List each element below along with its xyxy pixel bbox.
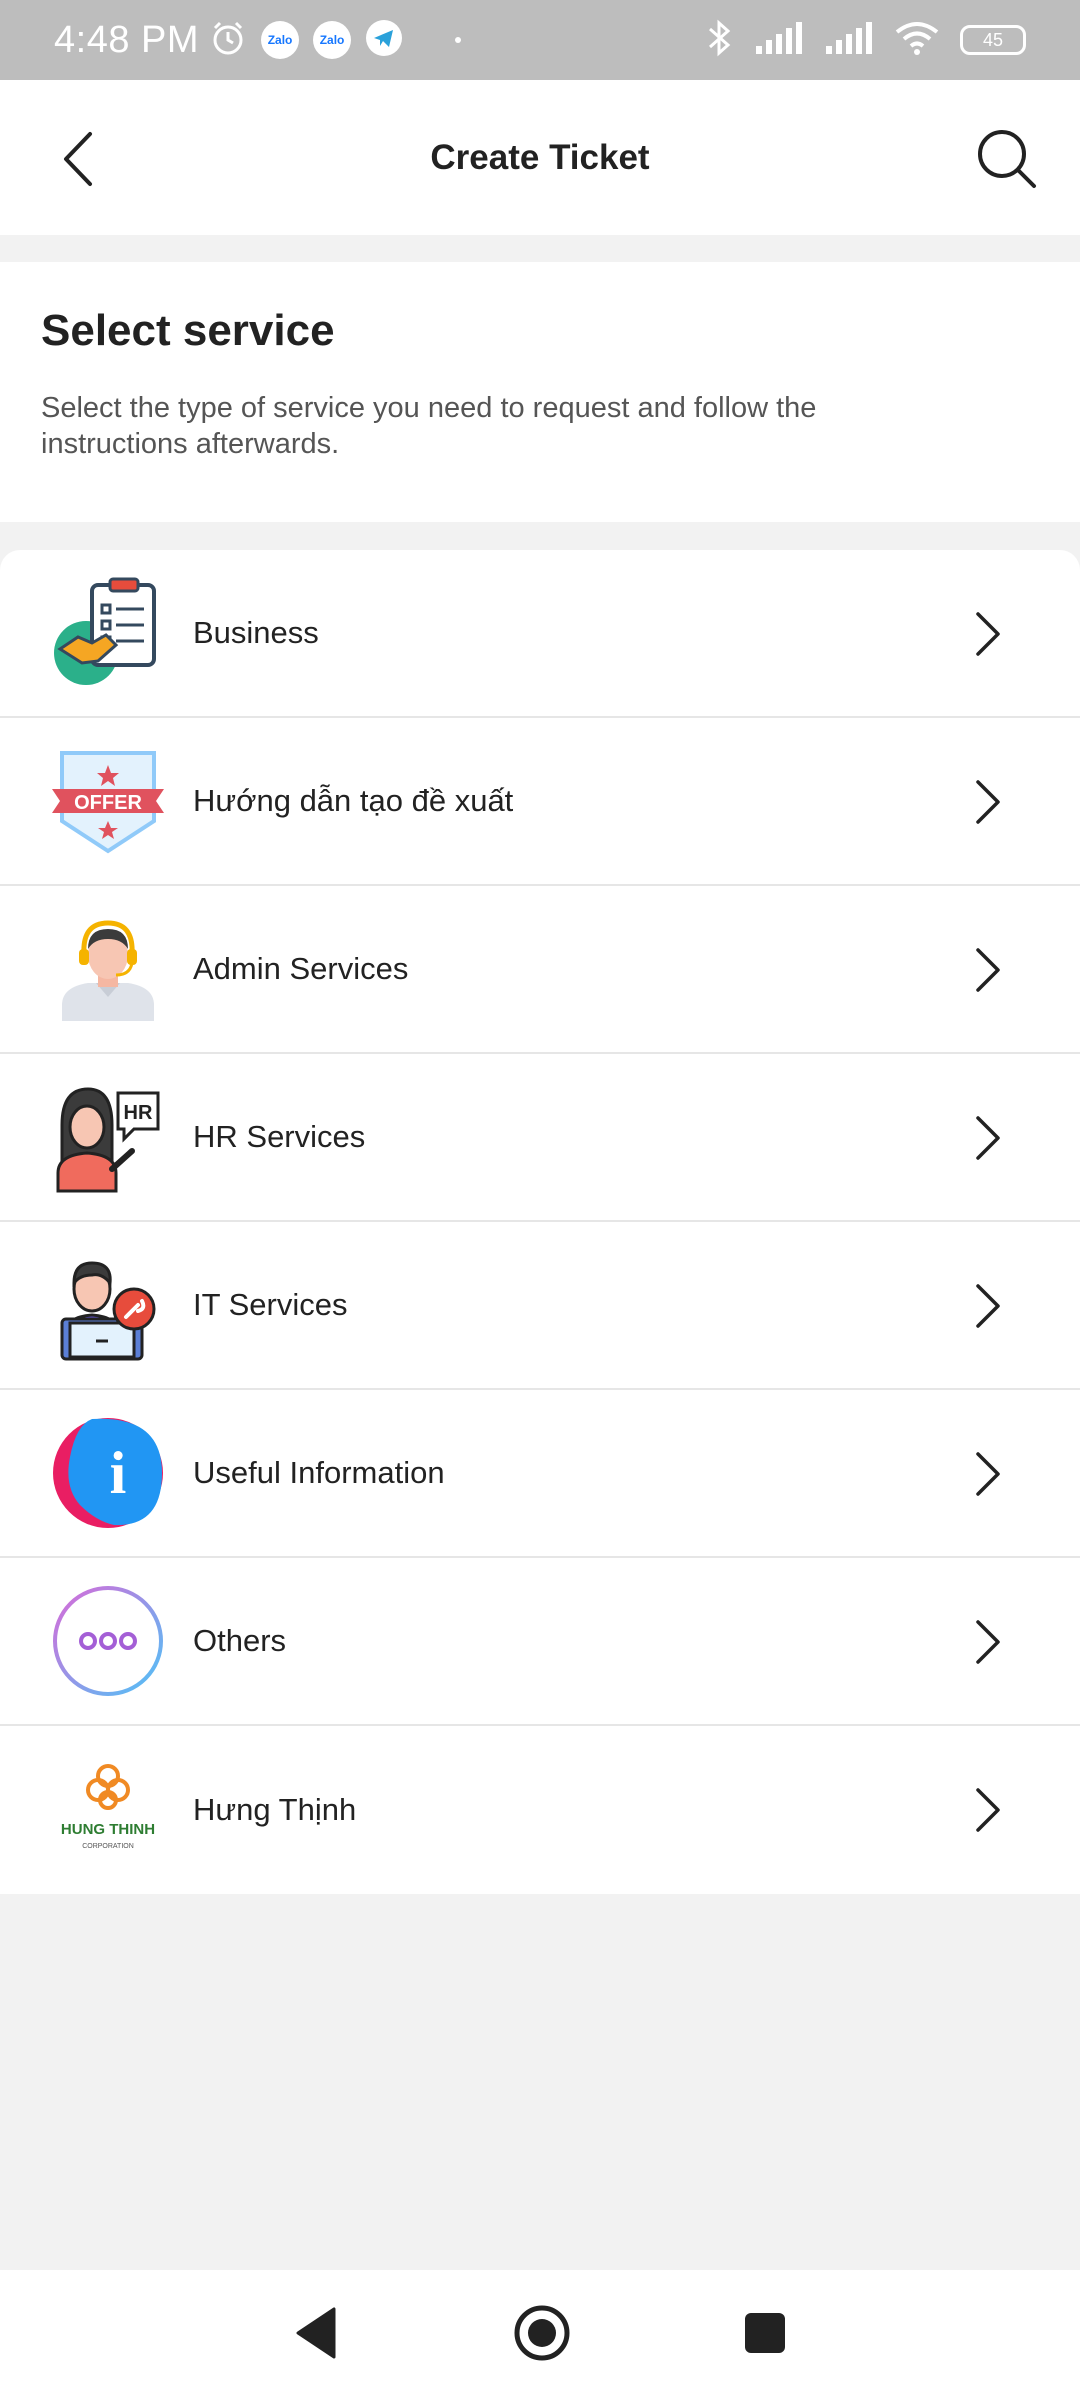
service-item-admin[interactable]: Admin Services <box>0 886 1080 1054</box>
chevron-right-icon <box>976 1788 1000 1832</box>
search-icon <box>978 130 1036 188</box>
signal-icon <box>824 20 874 61</box>
service-label: Others <box>193 1623 287 1658</box>
chevron-left-icon <box>64 132 92 186</box>
service-item-hung-thinh[interactable]: HUNG THINH CORPORATION Hưng Thịnh <box>0 1726 1080 1894</box>
chevron-right-icon <box>976 612 1000 656</box>
signal-icon <box>754 20 804 61</box>
status-bar: 4:48 PM Zalo Zalo 45 <box>0 0 1080 80</box>
nav-home-button[interactable] <box>512 2303 572 2368</box>
service-item-proposal-guide[interactable]: OFFER Hướng dẫn tạo đề xuất <box>0 718 1080 886</box>
service-item-business[interactable]: Business <box>0 550 1080 718</box>
service-label: IT Services <box>193 1287 348 1322</box>
dot-icon <box>455 37 462 43</box>
it-support-icon <box>52 1249 164 1361</box>
back-button[interactable] <box>50 124 110 194</box>
chevron-right-icon <box>976 948 1000 992</box>
page-title: Create Ticket <box>430 137 650 177</box>
service-item-it[interactable]: IT Services <box>0 1222 1080 1390</box>
logo-subtext: CORPORATION <box>82 1843 134 1850</box>
bluetooth-icon <box>704 18 734 63</box>
service-list: Business OFFER Hướng dẫn tạo đề xuất Adm… <box>0 550 1080 1894</box>
nav-back-button[interactable] <box>292 2305 342 2366</box>
chevron-right-icon <box>976 1620 1000 1664</box>
app-header: Create Ticket <box>0 80 1080 235</box>
status-right: 45 <box>704 18 1026 63</box>
search-button[interactable] <box>972 124 1042 194</box>
hr-text: HR <box>124 1102 153 1124</box>
service-item-hr[interactable]: HR HR Services <box>0 1054 1080 1222</box>
zalo-icon: Zalo <box>261 21 300 59</box>
more-dots-icon <box>52 1585 164 1697</box>
info-glyph: i <box>110 1440 127 1506</box>
notification-icons: Zalo Zalo <box>209 19 462 62</box>
square-recents-icon <box>745 2312 785 2353</box>
chevron-right-icon <box>976 1452 1000 1496</box>
alarm-icon <box>209 19 247 62</box>
zalo-icon: Zalo <box>313 21 352 59</box>
offer-text: OFFER <box>74 792 142 814</box>
system-nav-bar <box>0 2270 1080 2400</box>
business-handshake-icon <box>52 577 164 689</box>
status-time: 4:48 PM <box>54 18 200 61</box>
offer-badge-icon: OFFER <box>52 745 164 857</box>
battery-icon: 45 <box>960 25 1026 55</box>
service-label: Admin Services <box>193 951 409 986</box>
nav-recents-button[interactable] <box>742 2310 788 2361</box>
info-icon: i <box>52 1417 164 1529</box>
chevron-right-icon <box>976 780 1000 824</box>
service-label: Business <box>193 615 319 650</box>
hr-person-icon: HR <box>52 1081 164 1193</box>
service-item-others[interactable]: Others <box>0 1558 1080 1726</box>
telegram-icon <box>365 19 403 62</box>
triangle-back-icon <box>296 2307 336 2358</box>
home-circle-icon <box>514 2305 570 2360</box>
chevron-right-icon <box>976 1284 1000 1328</box>
wifi-icon <box>894 20 940 61</box>
service-label: Hướng dẫn tạo đề xuất <box>193 783 514 818</box>
admin-support-icon <box>52 913 164 1025</box>
hung-thinh-logo: HUNG THINH CORPORATION <box>52 1754 164 1866</box>
section-description: Select the type of service you need to r… <box>41 392 817 460</box>
service-item-useful-info[interactable]: i Useful Information <box>0 1390 1080 1558</box>
logo-text: HUNG THINH <box>61 1821 155 1838</box>
chevron-right-icon <box>976 1116 1000 1160</box>
service-label: HR Services <box>193 1119 366 1154</box>
intro-section: Select service Select the type of servic… <box>0 262 1080 522</box>
service-label: Hưng Thịnh <box>193 1792 357 1827</box>
section-title: Select service <box>41 306 335 355</box>
service-label: Useful Information <box>193 1455 445 1490</box>
